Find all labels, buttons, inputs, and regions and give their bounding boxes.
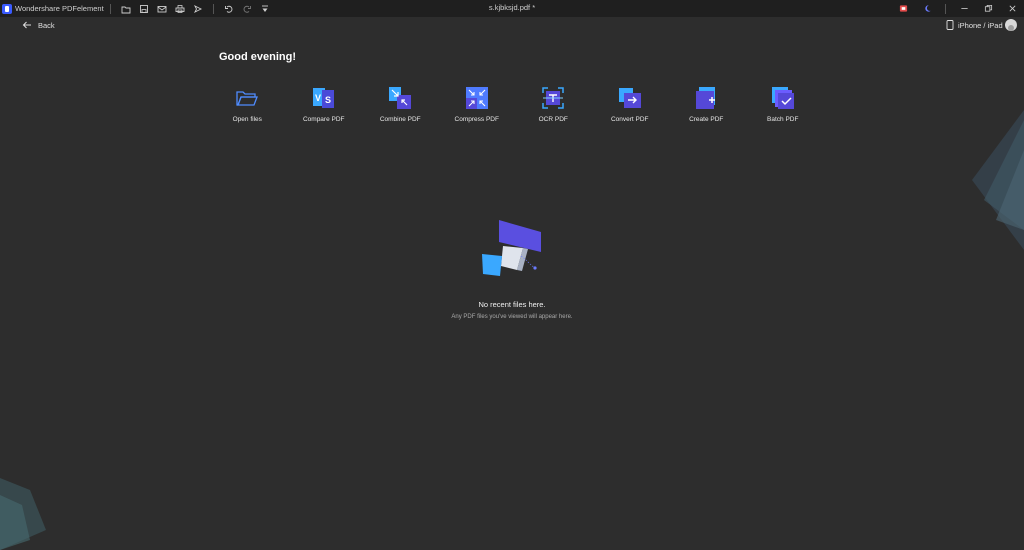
arrow-left-icon xyxy=(22,21,31,29)
print-icon[interactable] xyxy=(173,2,187,16)
svg-text:V: V xyxy=(315,93,321,103)
batch-pdf-button[interactable]: Batch PDF xyxy=(745,86,822,123)
batch-icon xyxy=(771,87,794,109)
tool-label: Batch PDF xyxy=(767,116,799,123)
divider xyxy=(109,3,111,14)
decorative-shapes-right xyxy=(972,110,1024,250)
compare-pdf-button[interactable]: V S Compare PDF xyxy=(286,86,363,123)
empty-files-illustration xyxy=(482,220,541,276)
theme-moon-icon[interactable] xyxy=(915,0,939,17)
open-folder-icon xyxy=(236,91,259,106)
tool-label: Combine PDF xyxy=(379,116,421,123)
greeting: Good evening! xyxy=(219,51,296,63)
compress-icon xyxy=(465,87,488,109)
device-label: iPhone / iPad xyxy=(958,20,1003,30)
combine-pdf-button[interactable]: Combine PDF xyxy=(362,86,439,123)
create-pdf-button[interactable]: Create PDF xyxy=(668,86,745,123)
tool-label: Create PDF xyxy=(689,116,724,123)
empty-state-subtitle: Any PDF files you've viewed will appear … xyxy=(451,314,573,320)
save-icon[interactable] xyxy=(137,2,151,16)
dropdown-icon[interactable] xyxy=(258,2,272,16)
divider xyxy=(212,3,214,14)
share-icon[interactable] xyxy=(191,2,205,16)
avatar[interactable] xyxy=(1005,19,1017,31)
phone-icon xyxy=(946,20,954,30)
back-label: Back xyxy=(38,20,55,30)
close-icon[interactable] xyxy=(1000,0,1024,17)
device-button[interactable]: iPhone / iPad xyxy=(946,20,1003,30)
convert-icon xyxy=(618,88,641,108)
tool-label: Compare PDF xyxy=(302,116,345,123)
document-title: s.kjbksjd.pdf * xyxy=(488,3,536,12)
open-files-button[interactable]: Open files xyxy=(209,86,286,123)
app-name: Wondershare PDFelement xyxy=(15,4,104,13)
pdfelement-logo-icon xyxy=(2,3,12,14)
tool-label: Convert PDF xyxy=(610,116,649,123)
back-button[interactable]: Back xyxy=(22,20,55,30)
present-icon[interactable] xyxy=(891,0,915,17)
folder-icon[interactable] xyxy=(119,2,133,16)
decorative-shapes-left xyxy=(0,478,46,550)
tool-label: OCR PDF xyxy=(538,116,568,123)
compress-pdf-button[interactable]: Compress PDF xyxy=(439,86,516,123)
ocr-pdf-button[interactable]: OCR PDF xyxy=(515,86,592,123)
minimize-icon[interactable] xyxy=(952,0,976,17)
title-bar: Wondershare PDFelement s.kjbksjd.pdf * xyxy=(0,0,1024,17)
mail-icon[interactable] xyxy=(155,2,169,16)
convert-pdf-button[interactable]: Convert PDF xyxy=(592,86,669,123)
create-icon xyxy=(696,87,716,109)
undo-icon[interactable] xyxy=(222,2,236,16)
ocr-icon xyxy=(542,87,564,109)
tool-grid: Open files V S Compare PDF Combine PDF C… xyxy=(209,86,821,123)
combine-icon xyxy=(389,87,412,109)
tool-label: Open files xyxy=(232,116,262,123)
restore-icon[interactable] xyxy=(976,0,1000,17)
compare-icon: V S xyxy=(312,88,334,108)
redo-icon[interactable] xyxy=(240,2,254,16)
tool-label: Compress PDF xyxy=(454,116,499,123)
empty-state-title: No recent files here. xyxy=(478,300,546,309)
svg-text:S: S xyxy=(325,95,331,105)
divider xyxy=(945,3,946,14)
